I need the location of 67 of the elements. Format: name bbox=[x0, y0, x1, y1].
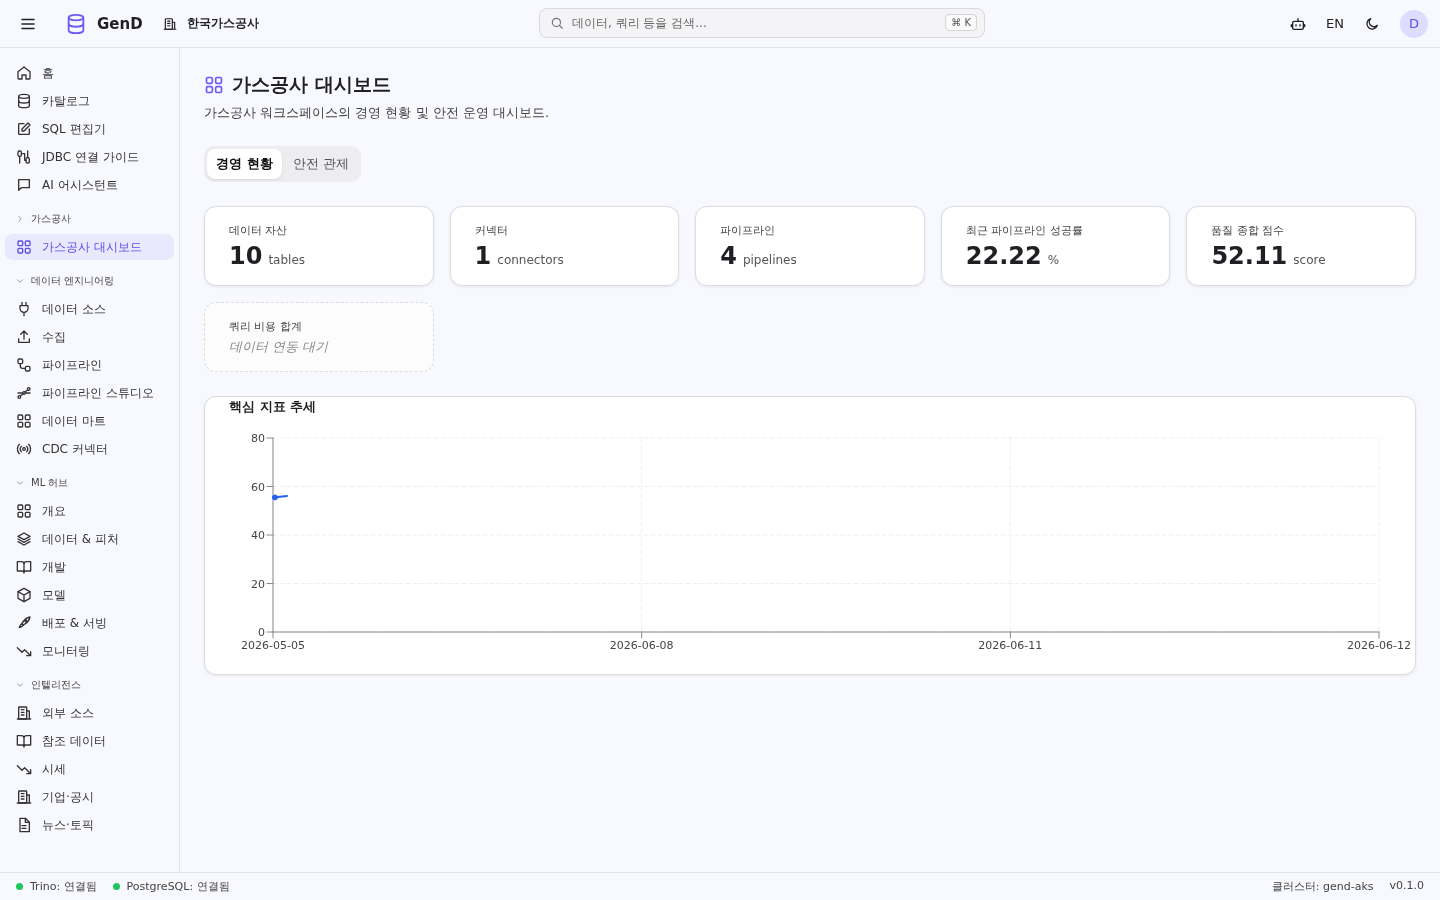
stat-label: 커넥터 bbox=[474, 223, 509, 238]
stat-note: 데이터 연동 대기 bbox=[229, 338, 330, 356]
nav-item[interactable]: 개발 bbox=[5, 554, 174, 580]
nav-item[interactable]: 수집 bbox=[5, 324, 174, 350]
nav-item[interactable]: JDBC 연결 가이드 bbox=[5, 144, 174, 170]
cluster-name: 클러스터: gend-aks bbox=[1271, 879, 1374, 894]
nav-item[interactable]: 뉴스·토픽 bbox=[5, 812, 174, 838]
axis-label: 2026-06-12 bbox=[1347, 639, 1411, 652]
nav-item[interactable]: 데이터 & 피처 bbox=[5, 526, 174, 552]
stat-label: 파이프라인 bbox=[720, 223, 777, 238]
nav-item[interactable]: 개요 bbox=[5, 498, 174, 524]
axis-label: 80 bbox=[251, 432, 265, 445]
axis-label: 2026-06-08 bbox=[609, 639, 674, 652]
organization-name[interactable]: 한국가스공사 bbox=[186, 15, 259, 32]
stat-value: 22.22 bbox=[965, 242, 1042, 270]
nav-item[interactable]: 외부 소스 bbox=[5, 700, 174, 726]
stat-unit: pipelines bbox=[742, 253, 797, 267]
app-name: GenD bbox=[97, 14, 143, 33]
nav-item[interactable]: 참조 데이터 bbox=[5, 728, 174, 754]
nav-item[interactable]: 배포 & 서빙 bbox=[5, 610, 174, 636]
tab[interactable]: 안전 관제 bbox=[283, 149, 358, 179]
nav-item[interactable]: CDC 커넥터 bbox=[5, 436, 174, 462]
nav-item[interactable]: 홈 bbox=[5, 60, 174, 86]
connection-status: PostgreSQL: 연결됨 bbox=[126, 879, 230, 894]
page-title: 가스공사 대시보드 bbox=[232, 72, 391, 97]
nav-item[interactable]: 데이터 마트 bbox=[5, 408, 174, 434]
axis-label: 60 bbox=[251, 480, 265, 494]
nav-item[interactable]: 모델 bbox=[5, 582, 174, 608]
axis-label: 0 bbox=[258, 626, 265, 639]
page-subtitle: 가스공사 워크스페이스의 경영 현황 및 안전 운영 대시보드. bbox=[204, 104, 551, 122]
stat-value: 1 bbox=[474, 242, 492, 270]
section-header[interactable]: 데이터 엔지니어링 bbox=[31, 274, 115, 288]
app-version: v0.1.0 bbox=[1389, 879, 1424, 894]
language-button[interactable]: EN bbox=[1326, 16, 1344, 31]
stat-label: 최근 파이프라인 성공률 bbox=[965, 223, 1084, 238]
stat-unit: % bbox=[1047, 253, 1060, 267]
nav-item[interactable]: 파이프라인 bbox=[5, 352, 174, 378]
stat-unit: connectors bbox=[497, 253, 564, 267]
stat-label: 품질 종합 점수 bbox=[1211, 223, 1286, 238]
nav-item[interactable]: 기업·공시 bbox=[5, 784, 174, 810]
axis-label: 40 bbox=[251, 529, 265, 542]
nav-item[interactable]: 데이터 소스 bbox=[5, 296, 174, 322]
user-avatar[interactable]: D bbox=[1400, 9, 1428, 38]
stat-value: 10 bbox=[229, 242, 263, 270]
nav-item[interactable]: 카탈로그 bbox=[5, 88, 174, 114]
stat-value: 52.11 bbox=[1211, 242, 1288, 270]
stat-label: 쿼리 비용 합계 bbox=[229, 319, 303, 334]
nav-item[interactable]: SQL 편집기 bbox=[5, 116, 174, 142]
chart-title: 핵심 지표 추세 bbox=[229, 398, 317, 416]
axis-label: 2026-06-11 bbox=[978, 639, 1043, 652]
nav-item[interactable]: AI 어시스턴트 bbox=[5, 172, 174, 198]
nav-item[interactable]: 가스공사 대시보드 bbox=[5, 234, 174, 260]
tab[interactable]: 경영 현황 bbox=[207, 149, 282, 179]
shortcut-hint: ⌘ K bbox=[945, 14, 977, 31]
axis-label: 20 bbox=[251, 577, 265, 591]
connection-status: Trino: 연결됨 bbox=[30, 879, 97, 894]
stat-label: 데이터 자산 bbox=[229, 223, 289, 238]
section-header[interactable]: 인텔리전스 bbox=[31, 678, 81, 692]
section-header[interactable]: ML 허브 bbox=[31, 476, 69, 490]
section-header[interactable]: 가스공사 bbox=[31, 212, 71, 226]
stat-unit: tables bbox=[268, 253, 306, 267]
nav-item[interactable]: 모니터링 bbox=[5, 638, 174, 664]
stat-value: 4 bbox=[720, 242, 737, 270]
stat-unit: score bbox=[1293, 253, 1326, 267]
nav-item[interactable]: 파이프라인 스튜디오 bbox=[5, 380, 174, 406]
axis-label: 2026-05-05 bbox=[241, 639, 305, 652]
nav-item[interactable]: 시세 bbox=[5, 756, 174, 782]
